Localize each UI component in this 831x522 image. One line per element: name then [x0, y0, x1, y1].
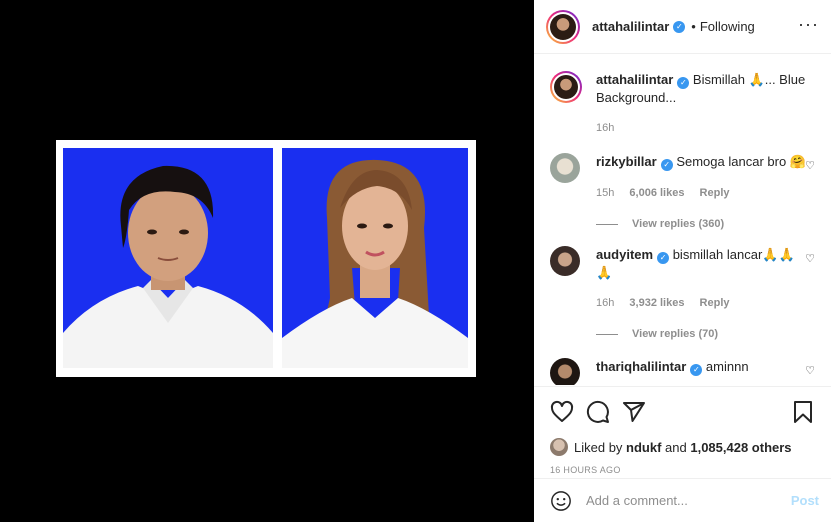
- comments-list[interactable]: attahalilintar ✓ Bismillah 🙏... Blue Back…: [534, 55, 831, 385]
- check-badge-icon: ✓: [677, 77, 690, 89]
- heart-icon[interactable]: ♡: [805, 364, 815, 377]
- check-badge-icon: ✓: [657, 252, 670, 264]
- likes-summary: Liked by ndukf and 1,085,428 others: [534, 437, 831, 457]
- caption-author-avatar[interactable]: [550, 71, 582, 103]
- following-button[interactable]: Following: [700, 19, 755, 34]
- bookmark-icon[interactable]: [791, 400, 815, 424]
- comment-item: rizkybillar ✓ Semoga lancar bro 🤗 15h 6,0…: [550, 153, 815, 202]
- heart-icon[interactable]: [550, 400, 574, 424]
- heart-icon[interactable]: ♡: [805, 159, 815, 172]
- portrait-woman: [282, 148, 468, 368]
- caption: attahalilintar ✓ Bismillah 🙏... Blue Back…: [550, 71, 815, 137]
- view-replies-label: View replies (70): [632, 328, 719, 340]
- comment-meta: 15h 6,006 likes Reply: [596, 185, 806, 202]
- commenter-avatar[interactable]: [550, 358, 580, 385]
- post-actions: Liked by ndukf and 1,085,428 others 16 H…: [534, 386, 831, 522]
- post-button[interactable]: Post: [791, 493, 819, 508]
- comment-likes[interactable]: 3,932 likes: [629, 297, 684, 309]
- divider: [596, 333, 618, 335]
- caption-username[interactable]: attahalilintar: [596, 72, 673, 87]
- likes-count[interactable]: 1,085,428 others: [690, 440, 791, 455]
- check-badge-icon: ✓: [673, 20, 686, 33]
- smiley-icon[interactable]: [550, 490, 572, 512]
- heart-icon[interactable]: ♡: [805, 252, 815, 265]
- commenter-username[interactable]: thariqhalilintar: [596, 359, 686, 374]
- post-side-panel: attahalilintar ✓ • Following ··· attahal…: [534, 0, 831, 522]
- post-timestamp[interactable]: 16 HOURS AGO: [534, 457, 831, 475]
- commenter-avatar[interactable]: [550, 153, 580, 183]
- comment-meta: 16h 3,932 likes Reply: [596, 295, 806, 312]
- action-icons: [534, 387, 831, 437]
- commenter-username[interactable]: rizkybillar: [596, 154, 657, 169]
- caption-meta: 16h: [596, 120, 806, 137]
- commenter-avatar[interactable]: [550, 246, 580, 276]
- portrait-man: [63, 148, 273, 368]
- caption-time[interactable]: 16h: [596, 122, 614, 134]
- more-options-icon[interactable]: ···: [798, 14, 819, 35]
- liked-by-prefix: Liked by: [574, 439, 623, 455]
- post-media[interactable]: [0, 0, 534, 522]
- view-replies-button[interactable]: View replies (70): [596, 328, 815, 340]
- add-comment-bar: Post: [534, 478, 831, 522]
- comment-input[interactable]: [586, 493, 783, 508]
- liked-by-user[interactable]: ndukf: [626, 440, 661, 455]
- comment-bubble-icon[interactable]: [586, 400, 610, 424]
- comment-likes[interactable]: 6,006 likes: [629, 187, 684, 199]
- comment-item: audyitem ✓ bismillah lancar🙏🙏🙏 16h 3,932 …: [550, 246, 815, 312]
- comment-text: aminnn: [705, 359, 749, 374]
- comment-time[interactable]: 16h: [596, 297, 614, 309]
- reply-button[interactable]: Reply: [700, 187, 730, 199]
- check-badge-icon: ✓: [690, 364, 703, 376]
- liker-avatar[interactable]: [550, 438, 568, 456]
- commenter-username[interactable]: audyitem: [596, 247, 653, 262]
- divider: [596, 223, 618, 225]
- reply-button[interactable]: Reply: [700, 297, 730, 309]
- post-header: attahalilintar ✓ • Following ···: [534, 0, 831, 54]
- comment-item: thariqhalilintar ✓ aminnn ♡: [550, 358, 815, 385]
- view-replies-label: View replies (360): [632, 218, 725, 230]
- comment-text: Semoga lancar bro 🤗: [676, 154, 806, 169]
- check-badge-icon: ✓: [660, 159, 673, 171]
- view-replies-button[interactable]: View replies (360): [596, 218, 815, 230]
- author-avatar[interactable]: [546, 9, 580, 44]
- separator-dot: •: [691, 19, 696, 34]
- author-username[interactable]: attahalilintar: [592, 19, 669, 34]
- paper-plane-icon[interactable]: [622, 400, 646, 424]
- photo-frame: [56, 140, 476, 377]
- comment-time[interactable]: 15h: [596, 187, 614, 199]
- liked-by-and: and: [661, 439, 691, 455]
